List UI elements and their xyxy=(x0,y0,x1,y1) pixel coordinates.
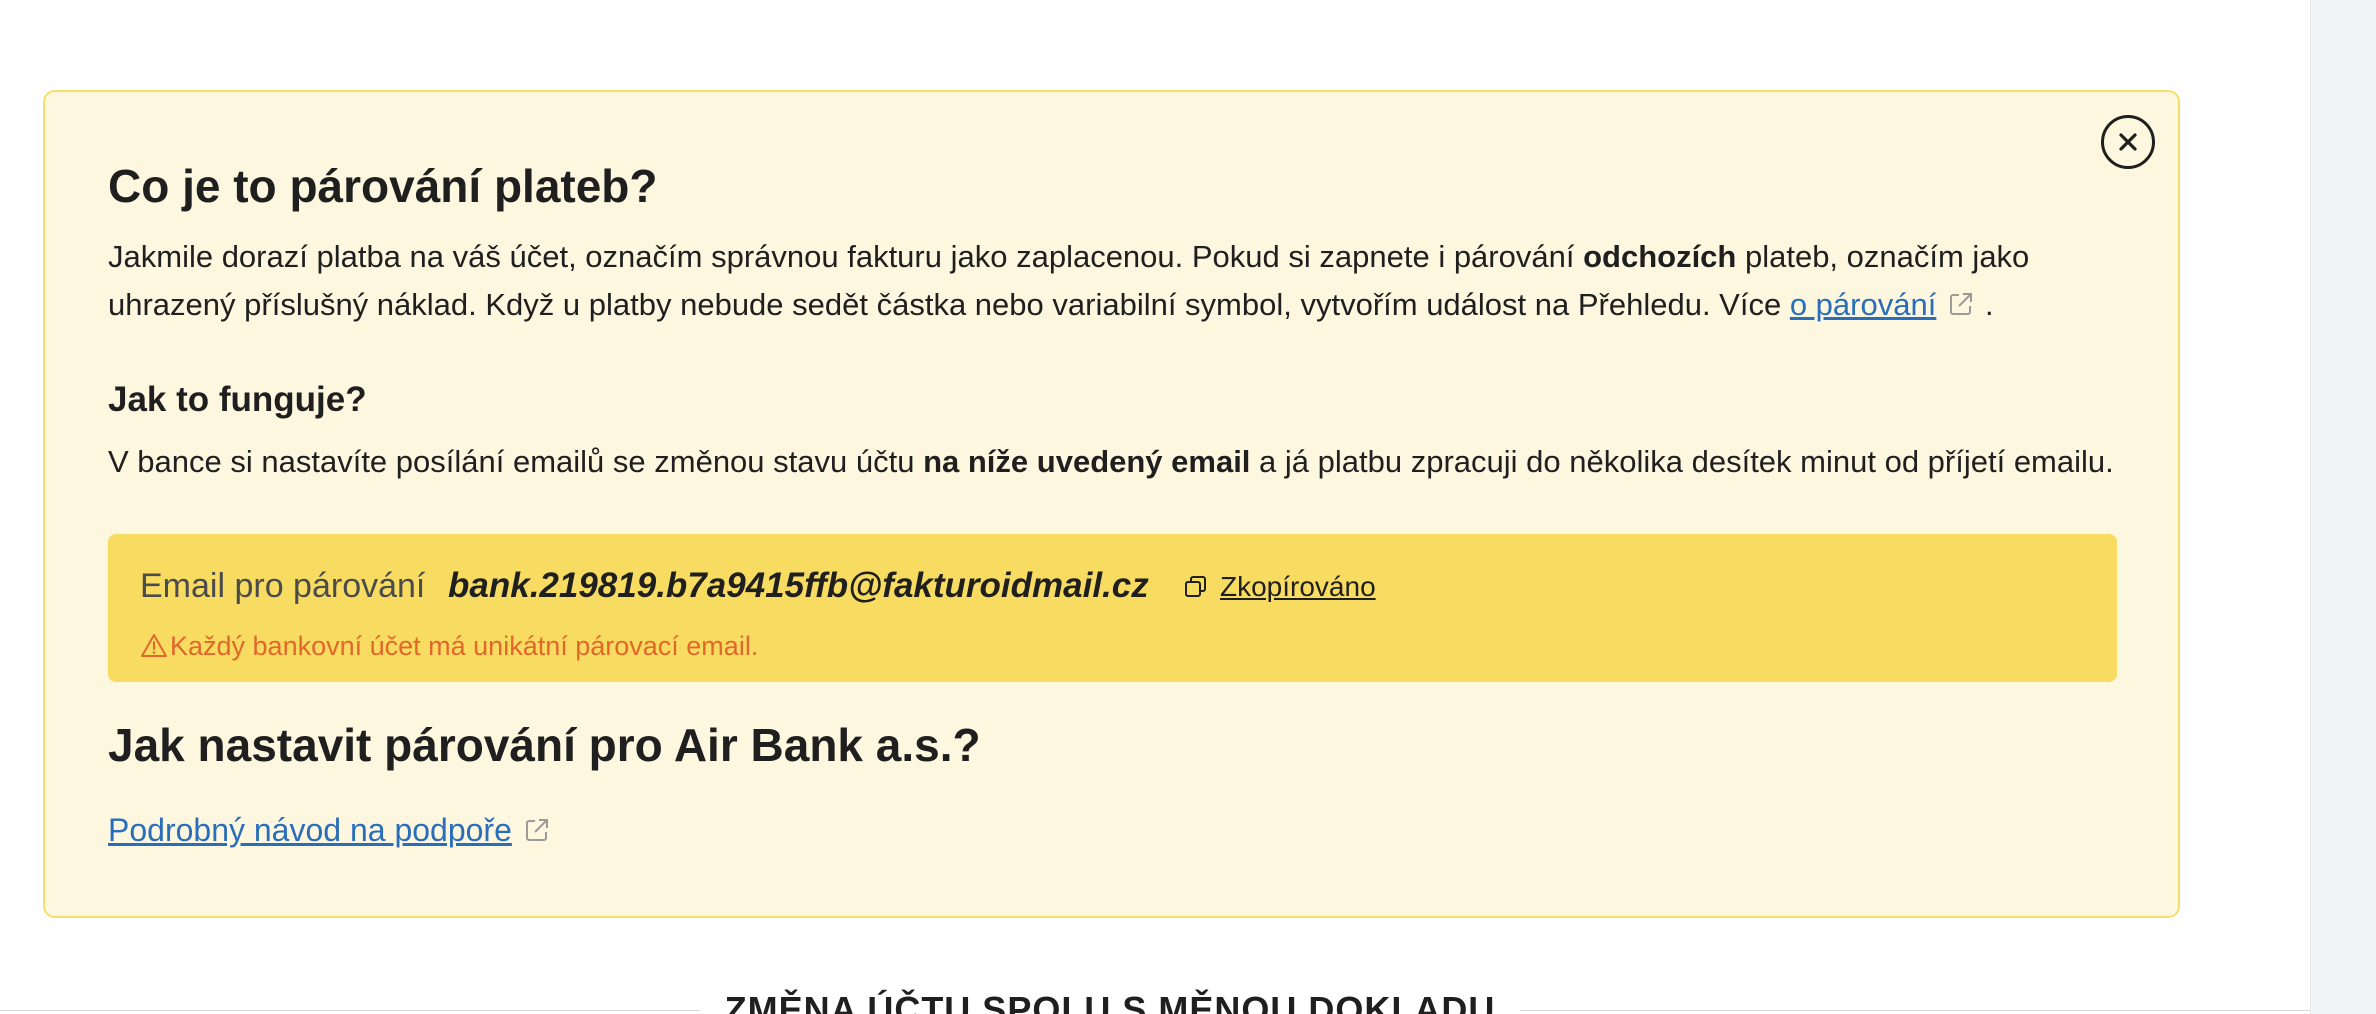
bank-setup-title: Jak nastavit párování pro Air Bank a.s.? xyxy=(108,719,981,771)
how-it-works-title: Jak to funguje? xyxy=(108,380,367,419)
intro-text-1: Jakmile dorazí platba na váš účet, označ… xyxy=(108,239,1584,274)
intro-end: . xyxy=(1976,287,1994,322)
unique-email-warning: Každý bankovní účet má unikátní párovací… xyxy=(140,627,758,665)
close-button[interactable] xyxy=(2101,115,2155,169)
panel-title: Co je to párování plateb? xyxy=(108,160,658,212)
how-text-2: a já platbu zpracuji do několika desítek… xyxy=(1250,444,2114,479)
about-pairing-link[interactable]: o párování xyxy=(1790,287,1937,322)
intro-bold: odchozích xyxy=(1583,239,1737,274)
warning-text: Každý bankovní účet má unikátní párovací… xyxy=(170,631,759,661)
warning-icon xyxy=(141,634,167,657)
copy-icon xyxy=(1185,576,1206,597)
how-it-works-paragraph: V bance si nastavíte posílání emailů se … xyxy=(108,438,2188,486)
copy-email-button[interactable]: Zkopírováno xyxy=(1182,566,1376,608)
copy-status-label: Zkopírováno xyxy=(1220,571,1376,602)
intro-paragraph: Jakmile dorazí platba na váš účet, označ… xyxy=(108,233,2128,329)
pairing-email-address[interactable]: bank.219819.b7a9415ffb@fakturoidmail.cz xyxy=(448,561,1149,611)
section-heading: ZMĚNA ÚČTU SPOLU S MĚNOU DOKLADU xyxy=(700,987,1520,1014)
how-text-1: V bance si nastavíte posílání emailů se … xyxy=(108,444,924,479)
page: Co je to párování plateb? Jakmile dorazí… xyxy=(0,0,2376,1014)
close-icon xyxy=(2119,133,2137,151)
email-label: Email pro párování xyxy=(140,567,426,605)
support-guide: Podrobný návod na podpoře xyxy=(108,807,552,853)
external-link-icon xyxy=(525,819,548,841)
support-guide-link[interactable]: Podrobný návod na podpoře xyxy=(108,812,512,848)
scrollbar-track[interactable] xyxy=(2310,0,2376,1014)
external-link-icon xyxy=(1950,293,1973,315)
how-bold: na níže uvedený email xyxy=(923,444,1251,479)
